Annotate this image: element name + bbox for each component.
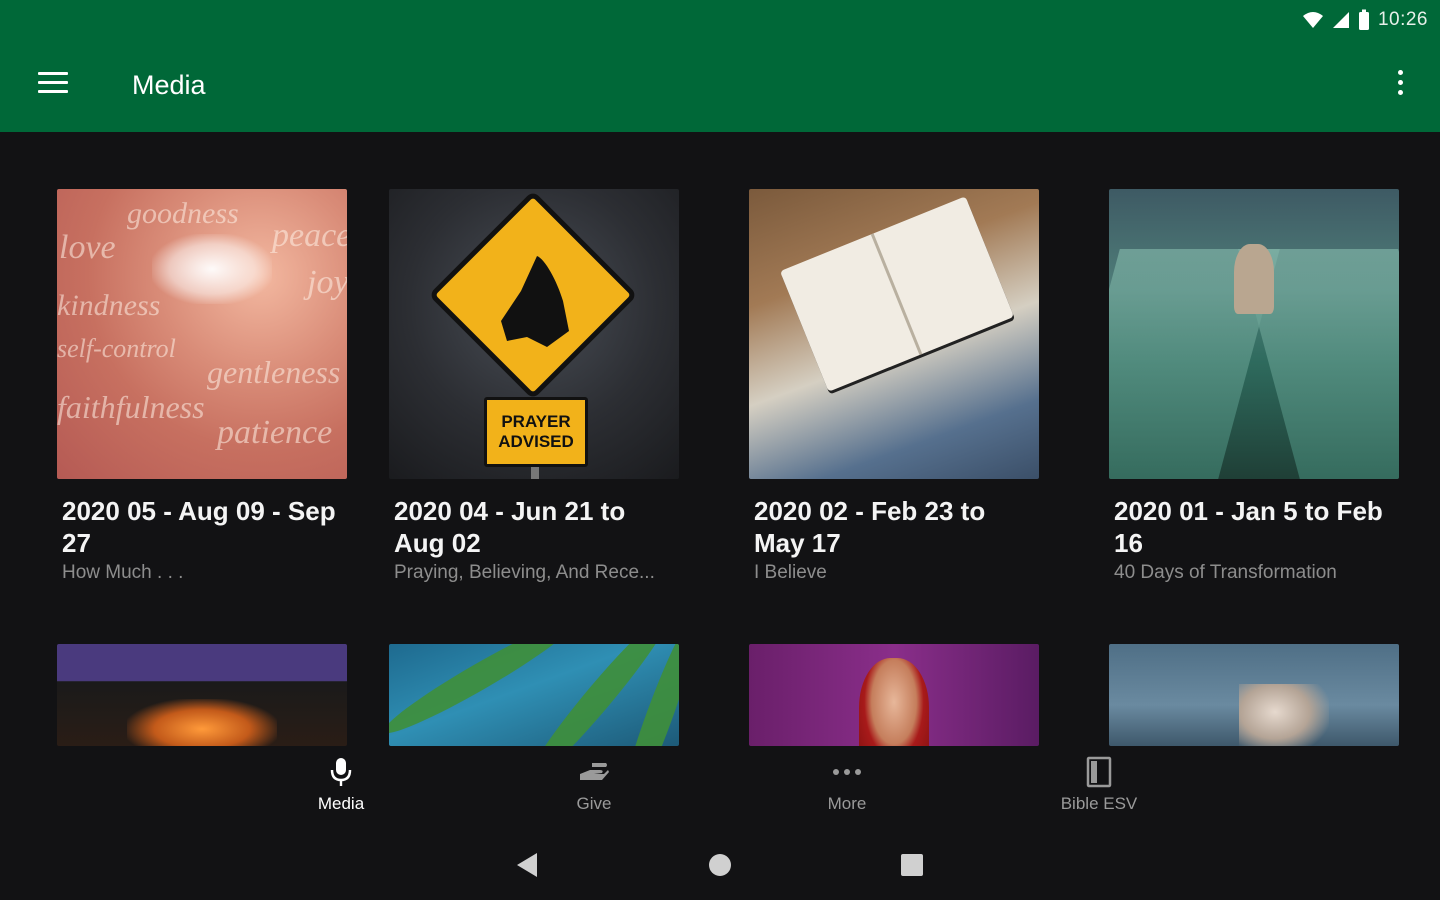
system-back-button[interactable] [512, 850, 542, 880]
nav-media[interactable]: Media [261, 756, 421, 822]
media-card-thumbnail[interactable] [1109, 644, 1399, 746]
system-home-button[interactable] [705, 850, 735, 880]
app-bar: 10:26 Media [0, 0, 1440, 132]
recents-square-icon [901, 854, 923, 876]
media-subtitle: 40 Days of Transformation [1114, 562, 1337, 583]
nav-give-label: Give [576, 794, 612, 813]
more-horiz-icon [833, 769, 861, 775]
dove-image [152, 234, 272, 304]
status-bar: 10:26 [1302, 6, 1428, 34]
moses-figure [1234, 244, 1274, 314]
nav-bible-label: Bible ESV [1060, 794, 1138, 813]
status-time: 10:26 [1377, 9, 1428, 30]
microphone-icon [330, 758, 352, 786]
media-card[interactable]: 2020 02 - Feb 23 to May 17 I Believe [749, 189, 1039, 586]
media-card[interactable]: 2020 01 - Jan 5 to Feb 16 40 Days of Tra… [1109, 189, 1399, 586]
media-card-thumbnail[interactable] [749, 644, 1039, 746]
series-artwork-fruit-of-spirit: goodness love peace joy kindness self-co… [57, 189, 347, 479]
series-artwork-prayer-advised: PRAYER ADVISED [389, 189, 679, 479]
media-card[interactable]: PRAYER ADVISED 2020 04 - Jun 21 to Aug 0… [389, 189, 679, 586]
media-title: 2020 02 - Feb 23 to May 17 [754, 496, 986, 558]
media-card-thumbnail[interactable] [389, 644, 679, 746]
menu-button[interactable] [38, 72, 70, 100]
nav-bible[interactable]: Bible ESV [1019, 756, 1179, 822]
media-title: 2020 01 - Jan 5 to Feb 16 [1114, 496, 1383, 558]
cell-signal-icon [1332, 12, 1349, 28]
nav-media-label: Media [317, 794, 365, 813]
series-artwork-parting-sea [1109, 189, 1399, 479]
media-subtitle: I Believe [754, 562, 827, 583]
nav-more-label: More [827, 794, 867, 813]
praying-hands-icon [501, 256, 569, 347]
app-root: 10:26 Media goodness love peace joy kind… [0, 0, 1440, 900]
more-vert-icon [1397, 70, 1403, 75]
open-bible-image [779, 196, 1015, 392]
battery-icon [1358, 9, 1369, 30]
bible-in-hands-image [127, 699, 277, 746]
book-icon [1086, 756, 1112, 788]
hamburger-icon [38, 72, 68, 75]
woman-portrait-image [859, 658, 929, 746]
media-title: 2020 04 - Jun 21 to Aug 02 [394, 496, 626, 558]
back-triangle-icon [517, 853, 537, 877]
nav-more[interactable]: More [767, 756, 927, 822]
series-artwork-open-bible [749, 189, 1039, 479]
media-subtitle: How Much . . . [62, 562, 184, 583]
home-circle-icon [709, 854, 731, 876]
media-card[interactable]: goodness love peace joy kindness self-co… [57, 189, 347, 586]
hand-give-icon [580, 763, 609, 780]
nav-give[interactable]: Give [514, 756, 674, 822]
media-card-thumbnail[interactable] [57, 644, 347, 746]
media-title: 2020 05 - Aug 09 - Sep 27 [62, 496, 336, 558]
wifi-icon [1302, 12, 1323, 28]
prayer-advised-plate: PRAYER ADVISED [484, 397, 588, 467]
system-recents-button[interactable] [897, 850, 927, 880]
overflow-menu-button[interactable] [1394, 70, 1406, 100]
family-image [1239, 684, 1329, 746]
media-subtitle: Praying, Believing, And Rece... [394, 562, 655, 583]
page-title: Media [132, 70, 206, 100]
